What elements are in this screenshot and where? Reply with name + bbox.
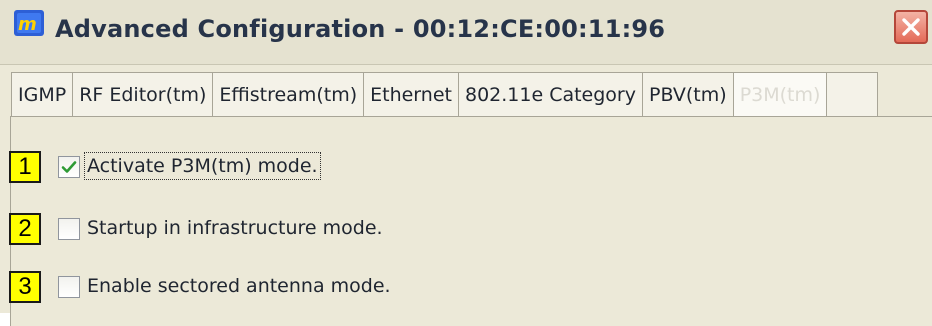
tab-filler xyxy=(826,72,879,117)
tab-pbv[interactable]: PBV(tm) xyxy=(641,72,734,117)
tab-802-11e-category[interactable]: 802.11e Category xyxy=(457,72,643,117)
tab-panel-p3m: 1 Activate P3M(tm) mode. 2 Startup in in… xyxy=(9,116,932,326)
close-icon xyxy=(902,18,920,36)
dialog-window: m Advanced Configuration - 00:12:CE:00:1… xyxy=(0,0,932,326)
tab-bar: IGMP RF Editor(tm) Effistream(tm) Ethern… xyxy=(11,72,879,117)
activate-p3m-label[interactable]: Activate P3M(tm) mode. xyxy=(84,152,321,180)
checkmark-icon xyxy=(61,161,77,173)
annotation-marker: 3 xyxy=(9,271,41,303)
close-button[interactable] xyxy=(894,10,928,44)
app-icon: m xyxy=(14,10,44,36)
sectored-antenna-checkbox[interactable] xyxy=(58,276,80,298)
tab-rf-editor[interactable]: RF Editor(tm) xyxy=(72,72,214,117)
tab-effistream[interactable]: Effistream(tm) xyxy=(212,72,365,117)
activate-p3m-checkbox[interactable] xyxy=(58,156,80,178)
title-bar: m Advanced Configuration - 00:12:CE:00:1… xyxy=(0,0,932,65)
startup-infrastructure-label[interactable]: Startup in infrastructure mode. xyxy=(87,217,383,239)
tab-ethernet[interactable]: Ethernet xyxy=(363,72,459,117)
annotation-marker: 2 xyxy=(9,213,41,245)
annotation-marker: 1 xyxy=(9,151,41,183)
startup-infrastructure-checkbox[interactable] xyxy=(58,218,80,240)
sectored-antenna-label[interactable]: Enable sectored antenna mode. xyxy=(87,275,391,297)
svg-text:m: m xyxy=(18,14,37,35)
tab-p3m[interactable]: P3M(tm) xyxy=(732,72,828,117)
tab-igmp[interactable]: IGMP xyxy=(11,72,74,117)
window-title: Advanced Configuration - 00:12:CE:00:11:… xyxy=(55,15,666,43)
